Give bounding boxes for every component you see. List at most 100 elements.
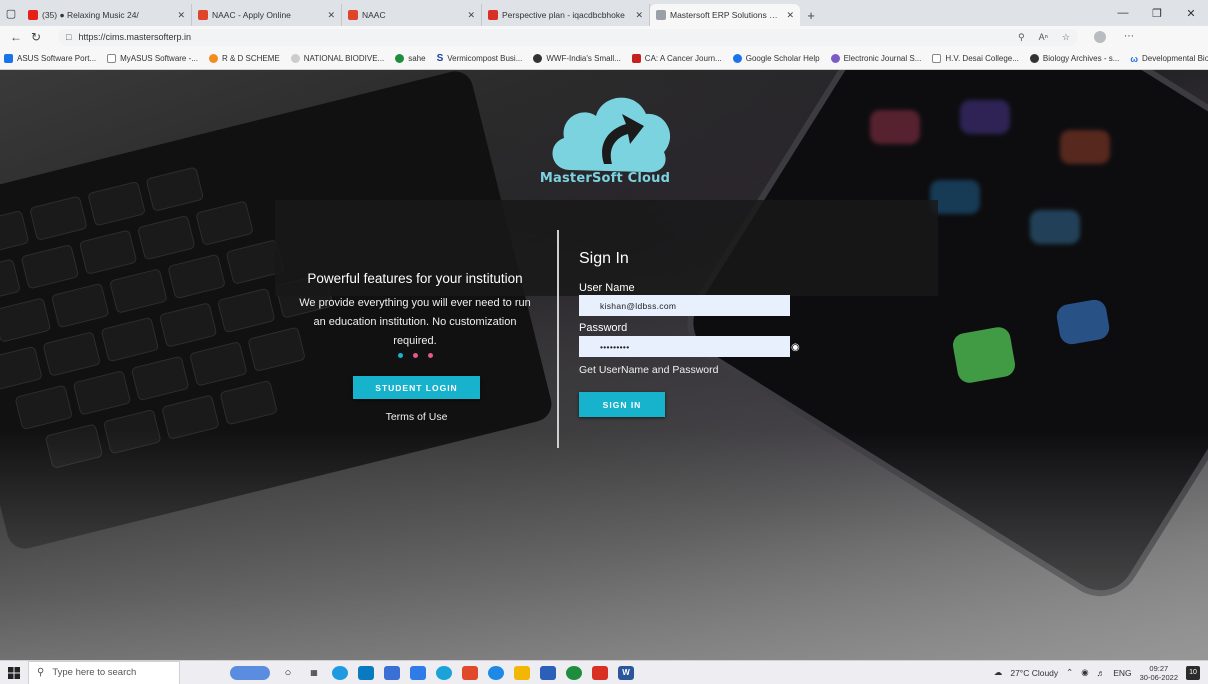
network-icon[interactable]: ◉: [1081, 667, 1088, 678]
chevron-up-icon[interactable]: ⌃: [1066, 667, 1073, 678]
url-text: https://cims.mastersofterp.in: [78, 32, 191, 42]
bookmark-label: MyASUS Software -...: [120, 54, 198, 63]
bookmark-item[interactable]: CA: A Cancer Journ...: [631, 54, 722, 63]
username-field[interactable]: kishan@ldbss.com: [579, 295, 790, 316]
chrome-icon[interactable]: [566, 665, 582, 680]
read-aloud-icon[interactable]: Aⁿ: [1039, 32, 1048, 43]
minimize-icon[interactable]: —: [1106, 7, 1140, 19]
carousel-dots: [290, 353, 540, 358]
carousel-dot[interactable]: [412, 353, 418, 358]
bookmark-label: Developmental Biol...: [1142, 54, 1208, 63]
tab-perspective-plan[interactable]: Perspective plan - iqacdbcbhoke ✕: [482, 4, 650, 26]
bookmark-item[interactable]: Biology Archives - s...: [1029, 54, 1119, 63]
page-icon: [656, 10, 666, 20]
bookmark-item[interactable]: Electronic Journal S...: [830, 54, 922, 63]
back-icon[interactable]: ←: [6, 30, 26, 44]
page-icon: [107, 54, 117, 63]
password-field[interactable]: •••••••••: [579, 336, 790, 357]
weather-icon: ☁: [993, 667, 1003, 677]
photos-icon[interactable]: [384, 665, 400, 680]
bookmark-item[interactable]: WWF-India's Small...: [533, 54, 621, 63]
close-window-icon[interactable]: ✕: [1174, 7, 1208, 20]
close-icon[interactable]: ✕: [467, 10, 475, 21]
brand-name: MasterSoft Cloud: [539, 171, 671, 186]
bookmark-item[interactable]: S Vermicompost Busi...: [437, 53, 523, 64]
office-icon[interactable]: [462, 665, 478, 680]
windows-start-icon[interactable]: [0, 661, 28, 684]
store-icon[interactable]: [358, 665, 374, 680]
acrobat-icon[interactable]: [592, 665, 608, 680]
tab-mastersoft-erp[interactable]: Mastersoft ERP Solutions Pvt.Ltd ✕: [650, 4, 800, 26]
get-credentials-link[interactable]: Get UserName and Password: [579, 364, 718, 376]
signin-button[interactable]: SIGN IN: [579, 392, 665, 417]
address-bar[interactable]: □ https://cims.mastersofterp.in ⚲ Aⁿ ☆: [58, 28, 1078, 46]
eye-icon[interactable]: ◉: [791, 342, 800, 353]
close-icon[interactable]: ✕: [786, 10, 794, 21]
clock[interactable]: 09:27 30-06-2022: [1140, 664, 1178, 682]
bookmark-label: sahe: [408, 54, 426, 63]
bookmark-item[interactable]: R & D SCHEME: [208, 54, 280, 63]
youtube-icon: [28, 10, 38, 20]
bookmark-item[interactable]: NATIONAL BIODIVE...: [290, 54, 384, 63]
lang-indicator[interactable]: ENG: [1113, 668, 1131, 678]
favorites-icon[interactable]: ☆: [1062, 32, 1070, 43]
word-icon[interactable]: W: [618, 665, 634, 680]
archive-icon: [1029, 54, 1039, 63]
carousel-dot[interactable]: [427, 353, 433, 358]
bookmarks-bar: ASUS Software Port... MyASUS Software -.…: [0, 48, 1208, 70]
app-icon[interactable]: [540, 665, 556, 680]
bookmark-label: Electronic Journal S...: [843, 54, 922, 63]
bookmark-label: ASUS Software Port...: [17, 54, 97, 63]
close-icon[interactable]: ✕: [327, 10, 335, 21]
bookmark-item[interactable]: MyASUS Software -...: [107, 54, 198, 63]
refresh-icon[interactable]: ↻: [26, 30, 46, 44]
carousel-dot[interactable]: [397, 353, 403, 358]
tab-label: NAAC: [362, 10, 386, 20]
clock-time: 09:27: [1149, 663, 1169, 673]
tab-naac-apply[interactable]: NAAC - Apply Online ✕: [192, 4, 342, 26]
new-tab-button[interactable]: +: [800, 4, 822, 26]
profile-icon[interactable]: [1094, 31, 1106, 43]
address-toolbar: ← ↻ □ https://cims.mastersofterp.in ⚲ Aⁿ…: [0, 26, 1208, 48]
close-icon[interactable]: ✕: [635, 10, 643, 21]
tab-label: Perspective plan - iqacdbcbhoke: [502, 10, 625, 20]
mail-icon[interactable]: [410, 665, 426, 680]
telegram-icon[interactable]: [488, 665, 504, 680]
app-icon-blur: [1060, 130, 1110, 164]
bookmark-item[interactable]: sahe: [395, 54, 426, 63]
close-icon[interactable]: ✕: [177, 10, 185, 21]
tab-naac[interactable]: NAAC ✕: [342, 4, 482, 26]
panel-divider: [557, 230, 559, 448]
restore-icon[interactable]: ❐: [1140, 7, 1174, 20]
devbio-icon: ω: [1130, 53, 1138, 64]
terms-of-use-link[interactable]: Terms of Use: [353, 411, 480, 423]
search-icon[interactable]: ⚲: [1018, 32, 1025, 43]
tab-relaxing-music[interactable]: (35) ● Relaxing Music 24/ ✕: [22, 4, 192, 26]
app-icon-blur: [960, 100, 1010, 134]
student-login-button[interactable]: STUDENT LOGIN: [353, 376, 480, 399]
lock-icon: □: [66, 32, 72, 42]
journal-icon: [631, 54, 641, 63]
tab-actions-icon[interactable]: ▢: [0, 0, 22, 26]
browser-tab-strip: ▢ (35) ● Relaxing Music 24/ ✕ NAAC - App…: [0, 0, 1208, 26]
bookmark-item[interactable]: ASUS Software Port...: [4, 54, 96, 63]
weather-text[interactable]: 27°C Cloudy: [1010, 668, 1058, 678]
window-controls: — ❐ ✕: [1106, 0, 1208, 26]
wwf-icon: [533, 54, 543, 63]
volume-icon[interactable]: ♬: [1097, 668, 1106, 678]
weather-widget-icon[interactable]: [230, 665, 270, 680]
cortana-icon[interactable]: ○: [280, 666, 296, 680]
bookmark-item[interactable]: Google Scholar Help: [732, 54, 820, 63]
messages-app-icon: [951, 325, 1017, 385]
browser-icon[interactable]: [436, 665, 452, 680]
task-view-icon[interactable]: ▦: [306, 666, 322, 680]
bookmark-item[interactable]: H.V. Desai College...: [932, 54, 1019, 63]
notifications-icon[interactable]: 10: [1186, 665, 1200, 680]
more-icon[interactable]: ⋯: [1124, 31, 1134, 43]
asus-icon: [4, 54, 13, 63]
file-explorer-icon[interactable]: [514, 665, 530, 680]
bookmark-item[interactable]: ω Developmental Biol...: [1130, 54, 1208, 64]
password-value: •••••••••: [600, 341, 630, 352]
edge-icon[interactable]: [332, 665, 348, 680]
taskbar-search-box[interactable]: ⚲ Type here to search: [28, 660, 180, 684]
